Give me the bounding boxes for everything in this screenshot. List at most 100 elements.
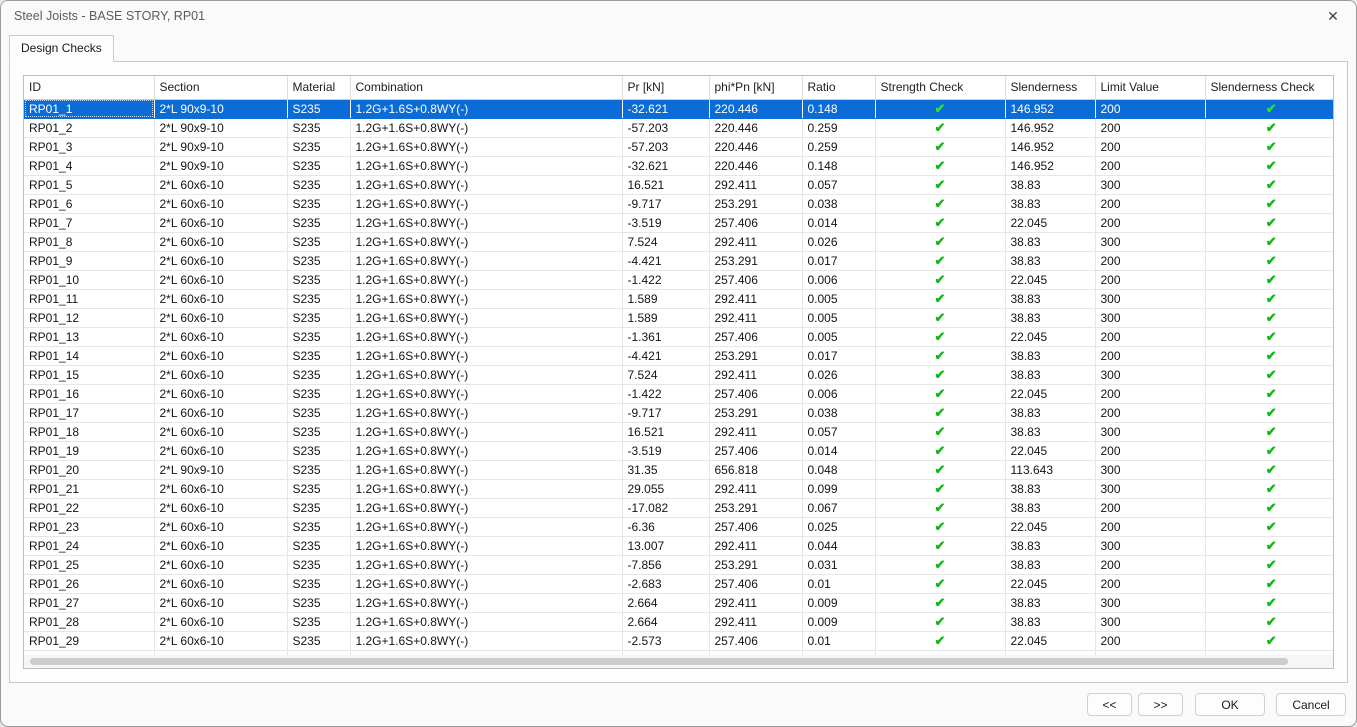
column-header-strength_check[interactable]: Strength Check	[875, 76, 1006, 100]
cell-ratio: 0.057	[802, 422, 876, 442]
horizontal-scrollbar[interactable]	[24, 655, 1333, 668]
cancel-button[interactable]: Cancel	[1276, 693, 1346, 716]
cell-slenderness: 38.83	[1005, 346, 1096, 366]
column-header-id[interactable]: ID	[24, 76, 155, 100]
cell-ratio: 0.026	[802, 365, 876, 385]
table-row[interactable]: RP01_16 2*L 60x6-10 S235 1.2G+1.6S+0.8WY(-)…	[24, 384, 1333, 404]
table-row[interactable]: RP01_29 2*L 60x6-10 S235 1.2G+1.6S+0.8WY(-)…	[24, 631, 1333, 651]
column-header-slenderness[interactable]: Slenderness	[1005, 76, 1096, 100]
cell-slenderness: 38.83	[1005, 232, 1096, 252]
slenderness_check-pass-icon: ✔	[1205, 612, 1333, 632]
tab-design-checks[interactable]: Design Checks	[9, 35, 114, 62]
cell-slenderness: 22.045	[1005, 441, 1096, 461]
cell-pr: 31.35	[622, 460, 710, 480]
cell-section: 2*L 90x9-10	[154, 460, 288, 480]
column-header-combination[interactable]: Combination	[350, 76, 623, 100]
column-header-phipn[interactable]: phi*Pn [kN]	[709, 76, 803, 100]
cell-ratio: 0.014	[802, 213, 876, 233]
table-row[interactable]: RP01_24 2*L 60x6-10 S235 1.2G+1.6S+0.8WY(-)…	[24, 536, 1333, 556]
table-row[interactable]: RP01_21 2*L 60x6-10 S235 1.2G+1.6S+0.8WY(-)…	[24, 479, 1333, 499]
cell-material: S235	[287, 441, 351, 461]
cell-phipn: 257.406	[709, 270, 803, 290]
table-row[interactable]: RP01_8 2*L 60x6-10 S235 1.2G+1.6S+0.8WY(-) 7…	[24, 232, 1333, 252]
cell-slenderness: 146.952	[1005, 137, 1096, 157]
column-header-material[interactable]: Material	[287, 76, 351, 100]
cell-material: S235	[287, 232, 351, 252]
strength_check-pass-icon: ✔	[875, 498, 1006, 518]
table-row[interactable]: RP01_5 2*L 60x6-10 S235 1.2G+1.6S+0.8WY(-) 1…	[24, 175, 1333, 195]
cell-combination: 1.2G+1.6S+0.8WY(-)	[350, 251, 623, 271]
strength_check-pass-icon: ✔	[875, 384, 1006, 404]
column-header-ratio[interactable]: Ratio	[802, 76, 876, 100]
cell-id: RP01_22	[24, 498, 155, 518]
table-row[interactable]: RP01_25 2*L 60x6-10 S235 1.2G+1.6S+0.8WY(-)…	[24, 555, 1333, 575]
table-row[interactable]: RP01_15 2*L 60x6-10 S235 1.2G+1.6S+0.8WY(-)…	[24, 365, 1333, 385]
table-row[interactable]: RP01_10 2*L 60x6-10 S235 1.2G+1.6S+0.8WY(-)…	[24, 270, 1333, 290]
column-header-pr[interactable]: Pr [kN]	[622, 76, 710, 100]
table-row[interactable]: RP01_18 2*L 60x6-10 S235 1.2G+1.6S+0.8WY(-)…	[24, 422, 1333, 442]
cell-id: RP01_3	[24, 137, 155, 157]
table-row[interactable]: RP01_1 2*L 90x9-10 S235 1.2G+1.6S+0.8WY(-) -…	[24, 99, 1333, 119]
strength_check-pass-icon: ✔	[875, 555, 1006, 575]
cell-limit_value: 200	[1095, 498, 1206, 518]
cell-ratio: 0.026	[802, 232, 876, 252]
cell-limit_value: 300	[1095, 536, 1206, 556]
cell-pr: -4.421	[622, 251, 710, 271]
slenderness_check-pass-icon: ✔	[1205, 365, 1333, 385]
horizontal-scrollbar-thumb[interactable]	[30, 658, 1289, 665]
cell-section: 2*L 60x6-10	[154, 574, 288, 594]
cell-combination: 1.2G+1.6S+0.8WY(-)	[350, 137, 623, 157]
cell-material: S235	[287, 403, 351, 423]
cell-ratio: 0.025	[802, 517, 876, 537]
next-group-button[interactable]: >>	[1138, 693, 1183, 716]
cell-limit_value: 200	[1095, 441, 1206, 461]
column-header-section[interactable]: Section	[154, 76, 288, 100]
table-row[interactable]: RP01_17 2*L 60x6-10 S235 1.2G+1.6S+0.8WY(-)…	[24, 403, 1333, 423]
table-row[interactable]: RP01_6 2*L 60x6-10 S235 1.2G+1.6S+0.8WY(-) -…	[24, 194, 1333, 214]
ok-button[interactable]: OK	[1195, 693, 1265, 716]
table-row[interactable]: RP01_13 2*L 60x6-10 S235 1.2G+1.6S+0.8WY(-)…	[24, 327, 1333, 347]
table-row[interactable]: RP01_7 2*L 60x6-10 S235 1.2G+1.6S+0.8WY(-) -…	[24, 213, 1333, 233]
slenderness_check-pass-icon: ✔	[1205, 517, 1333, 537]
cell-limit_value: 200	[1095, 517, 1206, 537]
cell-slenderness: 38.83	[1005, 403, 1096, 423]
slenderness_check-pass-icon: ✔	[1205, 118, 1333, 138]
table-row[interactable]: RP01_20 2*L 90x9-10 S235 1.2G+1.6S+0.8WY(-)…	[24, 460, 1333, 480]
table-row[interactable]: RP01_4 2*L 90x9-10 S235 1.2G+1.6S+0.8WY(-) -…	[24, 156, 1333, 176]
cell-ratio: 0.148	[802, 156, 876, 176]
cell-phipn: 292.411	[709, 232, 803, 252]
slenderness_check-pass-icon: ✔	[1205, 194, 1333, 214]
cell-phipn: 257.406	[709, 327, 803, 347]
strength_check-pass-icon: ✔	[875, 270, 1006, 290]
cell-ratio: 0.148	[802, 99, 876, 119]
table-row[interactable]: RP01_22 2*L 60x6-10 S235 1.2G+1.6S+0.8WY(-)…	[24, 498, 1333, 518]
strength_check-pass-icon: ✔	[875, 612, 1006, 632]
cell-pr: -2.683	[622, 574, 710, 594]
cell-limit_value: 200	[1095, 327, 1206, 347]
cell-combination: 1.2G+1.6S+0.8WY(-)	[350, 441, 623, 461]
titlebar: Steel Joists - BASE STORY, RP01 ✕	[1, 1, 1356, 31]
cell-id: RP01_13	[24, 327, 155, 347]
table-row[interactable]: RP01_11 2*L 60x6-10 S235 1.2G+1.6S+0.8WY(-)…	[24, 289, 1333, 309]
cell-limit_value: 200	[1095, 251, 1206, 271]
cell-ratio: 0.009	[802, 612, 876, 632]
table-row[interactable]: RP01_19 2*L 60x6-10 S235 1.2G+1.6S+0.8WY(-)…	[24, 441, 1333, 461]
cell-section: 2*L 90x9-10	[154, 156, 288, 176]
table-row[interactable]: RP01_3 2*L 90x9-10 S235 1.2G+1.6S+0.8WY(-) -…	[24, 137, 1333, 157]
cell-phipn: 292.411	[709, 422, 803, 442]
cell-limit_value: 300	[1095, 612, 1206, 632]
table-row[interactable]: RP01_26 2*L 60x6-10 S235 1.2G+1.6S+0.8WY(-)…	[24, 574, 1333, 594]
table-row[interactable]: RP01_28 2*L 60x6-10 S235 1.2G+1.6S+0.8WY(-)…	[24, 612, 1333, 632]
table-row[interactable]: RP01_14 2*L 60x6-10 S235 1.2G+1.6S+0.8WY(-)…	[24, 346, 1333, 366]
table-row[interactable]: RP01_27 2*L 60x6-10 S235 1.2G+1.6S+0.8WY(-)…	[24, 593, 1333, 613]
cell-id: RP01_21	[24, 479, 155, 499]
column-header-limit_value[interactable]: Limit Value	[1095, 76, 1206, 100]
table-row[interactable]: RP01_23 2*L 60x6-10 S235 1.2G+1.6S+0.8WY(-)…	[24, 517, 1333, 537]
column-header-slenderness_check[interactable]: Slenderness Check	[1205, 76, 1333, 100]
previous-group-button[interactable]: <<	[1087, 693, 1132, 716]
table-row[interactable]: RP01_9 2*L 60x6-10 S235 1.2G+1.6S+0.8WY(-) -…	[24, 251, 1333, 271]
table-row[interactable]: RP01_12 2*L 60x6-10 S235 1.2G+1.6S+0.8WY(-)…	[24, 308, 1333, 328]
close-button[interactable]: ✕	[1310, 1, 1356, 31]
cell-material: S235	[287, 194, 351, 214]
table-row[interactable]: RP01_2 2*L 90x9-10 S235 1.2G+1.6S+0.8WY(-) -…	[24, 118, 1333, 138]
